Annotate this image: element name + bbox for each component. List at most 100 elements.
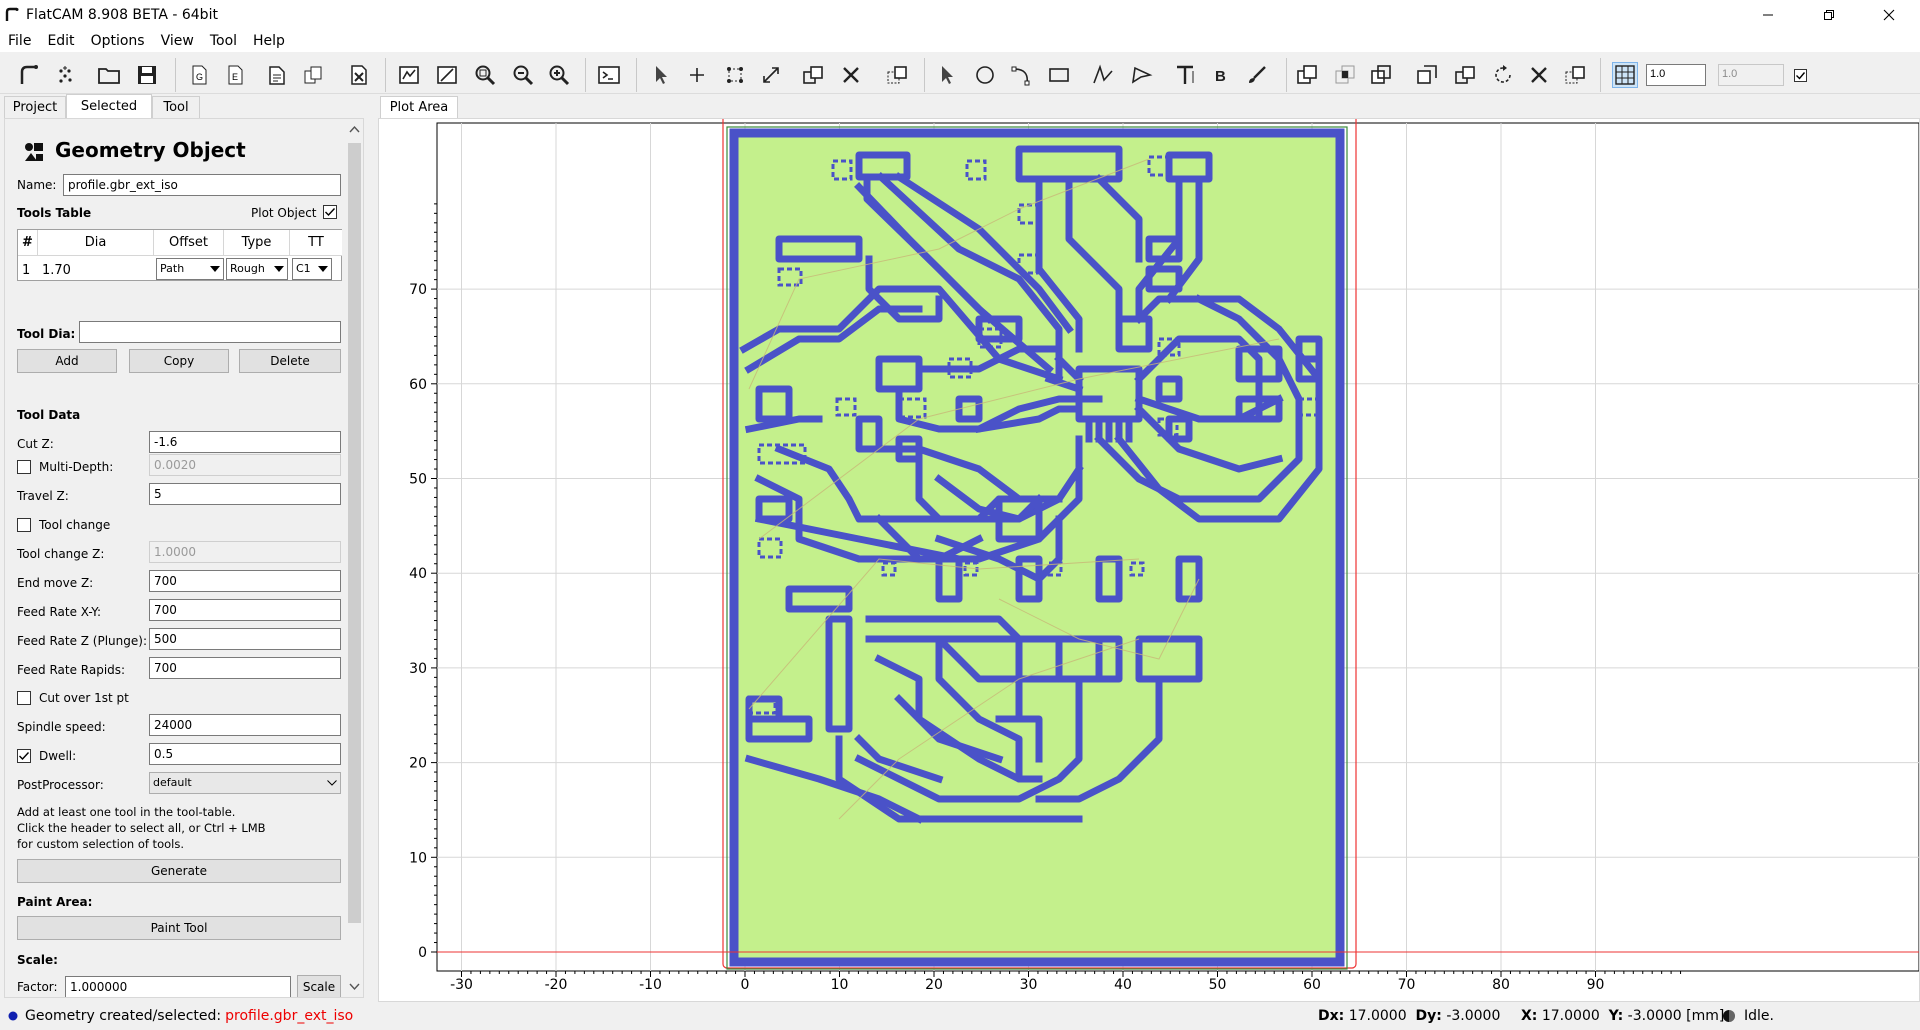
zoom-fit-button[interactable] [472, 62, 498, 88]
grid-link-checkbox[interactable] [1794, 69, 1807, 82]
plot-canvas[interactable]: -30 -20 -10 0 10 20 30 40 50 60 70 80 90 0 10 20 30 40 50… [379, 119, 1919, 1001]
cut-path-button[interactable] [1414, 62, 1440, 88]
scale-button[interactable]: Scale [297, 975, 341, 997]
menu-tool[interactable]: Tool [202, 30, 245, 52]
travel-z-input[interactable]: 5 [149, 483, 341, 505]
menu-file[interactable]: File [0, 30, 39, 52]
union-button[interactable] [1294, 62, 1320, 88]
scale-factor-input[interactable]: 1.000000 [65, 976, 291, 997]
feed-rapids-input[interactable]: 700 [149, 657, 341, 679]
menu-edit[interactable]: Edit [39, 30, 82, 52]
col-header-tt[interactable]: TT [290, 230, 342, 256]
new-geometry-button[interactable]: G [186, 62, 212, 88]
open-project-button[interactable] [96, 62, 122, 88]
type-select[interactable]: Rough [226, 258, 288, 280]
copy-object-button[interactable] [300, 62, 326, 88]
subtraction-button[interactable] [1368, 62, 1394, 88]
plot-object-checkbox[interactable] [323, 205, 337, 219]
tool-change-checkbox[interactable] [17, 518, 31, 532]
panel-scrollbar[interactable] [346, 119, 363, 997]
buffer-button[interactable]: B [1208, 62, 1234, 88]
col-header-offset[interactable]: Offset [154, 230, 224, 256]
delete-tool-button[interactable]: Delete [239, 349, 341, 373]
geo-select-button[interactable] [934, 62, 960, 88]
delete-geo-button[interactable] [1526, 62, 1552, 88]
tt-select[interactable]: C1 [292, 258, 332, 280]
col-header-type[interactable]: Type [224, 230, 290, 256]
add-circle-button[interactable] [972, 62, 998, 88]
feed-z-input[interactable]: 500 [149, 628, 341, 650]
move-drill-button[interactable] [884, 62, 910, 88]
tool-change-z-input[interactable]: 1.0000 [149, 541, 341, 563]
multi-depth-checkbox[interactable] [17, 460, 31, 474]
open-gerber-button[interactable] [16, 62, 42, 88]
grid-y-input[interactable]: 1.0 [1718, 64, 1784, 86]
copy-icon [304, 66, 322, 84]
dwell-input[interactable]: 0.5 [149, 743, 341, 765]
tab-selected[interactable]: Selected [66, 94, 152, 118]
paint-button[interactable] [1244, 62, 1270, 88]
y-tick-label: 30 [409, 661, 427, 677]
multi-depth-input[interactable]: 0.0020 [149, 454, 341, 476]
offset-select[interactable]: Path [156, 258, 224, 280]
tab-project[interactable]: Project [4, 96, 66, 118]
intersection-icon [1335, 65, 1355, 84]
delete-drill-button[interactable] [838, 62, 864, 88]
menu-view[interactable]: View [153, 30, 202, 52]
drill-array-button[interactable] [722, 62, 748, 88]
select-tool-button[interactable] [648, 62, 674, 88]
end-move-z-input[interactable]: 700 [149, 570, 341, 592]
snap-grid-button[interactable] [1612, 62, 1638, 88]
cut-over-checkbox[interactable] [17, 691, 31, 705]
zoom-out-button[interactable] [510, 62, 536, 88]
new-document-button[interactable] [264, 62, 290, 88]
intersection-button[interactable] [1332, 62, 1358, 88]
resize-drill-button[interactable] [758, 62, 784, 88]
open-excellon-button[interactable] [52, 62, 78, 88]
tool-dia-cell[interactable]: 1.70 [42, 263, 71, 278]
cut-z-input[interactable]: -1.6 [149, 431, 341, 453]
scrollbar-thumb[interactable] [348, 143, 361, 923]
copy-drill-button[interactable] [800, 62, 826, 88]
grid-x-input[interactable]: 1.0 [1646, 64, 1706, 86]
add-tool-button[interactable]: Add [17, 349, 117, 373]
object-name-input[interactable]: profile.gbr_ext_iso [63, 174, 341, 196]
add-polygon-button[interactable] [1128, 62, 1154, 88]
tool-dia-input[interactable] [79, 321, 341, 343]
checkmark-icon [19, 752, 30, 761]
menu-options[interactable]: Options [83, 30, 153, 52]
restore-button[interactable] [1800, 0, 1858, 30]
shell-button[interactable] [596, 62, 622, 88]
zoom-in-button[interactable] [546, 62, 572, 88]
delete-object-button[interactable] [346, 62, 372, 88]
new-excellon-button[interactable]: E [222, 62, 248, 88]
add-drill-button[interactable] [684, 62, 710, 88]
tab-plot-area[interactable]: Plot Area [380, 96, 458, 118]
copy-geo-button[interactable] [1452, 62, 1478, 88]
feed-xy-input[interactable]: 700 [149, 599, 341, 621]
dwell-checkbox[interactable] [17, 749, 31, 763]
clear-plot-button[interactable] [434, 62, 460, 88]
close-window-button[interactable] [1860, 0, 1918, 30]
zoom-out-icon [513, 65, 534, 86]
replot-button[interactable] [396, 62, 422, 88]
copy-tool-button[interactable]: Copy [129, 349, 229, 373]
add-rectangle-button[interactable] [1046, 62, 1072, 88]
menu-help[interactable]: Help [245, 30, 293, 52]
add-arc-button[interactable] [1008, 62, 1034, 88]
col-header-dia[interactable]: Dia [38, 230, 154, 256]
col-header-num[interactable]: # [18, 230, 38, 256]
move-geo-button[interactable] [1562, 62, 1588, 88]
spindle-input[interactable]: 24000 [149, 714, 341, 736]
minimize-button[interactable] [1739, 0, 1797, 30]
generate-button[interactable]: Generate [17, 859, 341, 883]
postprocessor-select[interactable]: default [149, 772, 341, 794]
x-axis-ticks: -30 -20 -10 0 10 20 30 40 50 60 70 80 90 [450, 971, 1682, 993]
add-text-button[interactable] [1172, 62, 1198, 88]
save-project-button[interactable] [134, 62, 160, 88]
add-path-button[interactable] [1090, 62, 1116, 88]
tab-tool[interactable]: Tool [152, 96, 200, 118]
offset-select-value: Path [160, 262, 185, 275]
rotate-button[interactable] [1490, 62, 1516, 88]
paint-tool-button[interactable]: Paint Tool [17, 916, 341, 940]
